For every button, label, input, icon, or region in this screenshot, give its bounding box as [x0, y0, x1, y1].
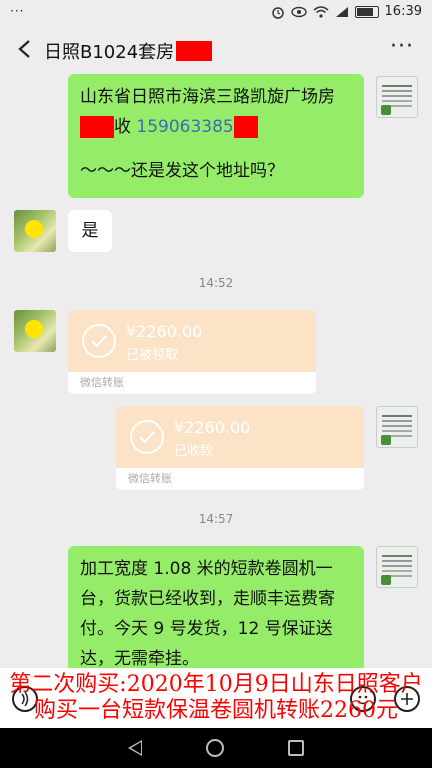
avatar-self[interactable]: [376, 76, 418, 118]
address-question: ～～～还是发这个地址吗？: [80, 161, 284, 181]
timestamp: 14:52: [198, 276, 234, 290]
redaction-box: [233, 116, 258, 138]
shipping-text: 加工宽度 1.08 米的短款卷圆机一台，货款已经收到，走顺丰运费寄付。今天 9 …: [80, 559, 335, 668]
address-line2: 收 159063385: [80, 112, 352, 142]
transfer-label: 微信转账: [128, 472, 172, 485]
transfer-status: 已收款: [174, 444, 214, 459]
message-shipping[interactable]: 加工宽度 1.08 米的短款卷圆机一台，货款已经收到，走顺丰运费寄付。今天 9 …: [68, 546, 364, 668]
chat-header: 日照B1024套房 ···: [0, 26, 432, 74]
timestamp: 14:57: [198, 512, 234, 526]
status-bar: ··· 16:39: [0, 0, 432, 26]
redaction-box: [176, 41, 213, 61]
eye-icon: [290, 6, 307, 17]
check-circle-icon: [82, 324, 116, 358]
avatar-self[interactable]: [376, 546, 418, 588]
message-reply[interactable]: 是: [68, 210, 112, 252]
chat-title-text: 日照B1024套房: [44, 42, 175, 63]
signal-icon: [335, 6, 348, 17]
transfer-amount: ¥2260.00: [174, 418, 251, 437]
caption-line1: 第二次购买:2020年10月9日山东日照客户: [9, 672, 423, 697]
status-icons: 16:39: [271, 4, 422, 19]
address-recipient-suffix: 收: [114, 117, 131, 137]
address-line1: 山东省日照市海滨三路凯旋广场房: [80, 87, 335, 107]
caption-overlay: 第二次购买:2020年10月9日山东日照客户 购买一台短款保温卷圆机转账2260…: [0, 668, 432, 728]
system-nav-bar: [0, 728, 432, 768]
back-triangle-icon[interactable]: [128, 740, 142, 756]
chat-title: 日照B1024套房: [44, 38, 213, 64]
status-time: 16:39: [384, 4, 422, 19]
transfer-status: 已被领取: [126, 348, 179, 363]
recents-square-icon[interactable]: [288, 740, 304, 756]
message-address[interactable]: 山东省日照市海滨三路凯旋广场房 收 159063385 ～～～还是发这个地址吗？: [68, 74, 364, 198]
reply-text: 是: [81, 221, 99, 241]
transfer-amount: ¥2260.00: [126, 322, 203, 341]
ellipsis-icon[interactable]: ···: [390, 34, 414, 59]
transfer-label: 微信转账: [80, 376, 124, 389]
transfer-card-sent[interactable]: ¥2260.00 已收款 微信转账: [116, 406, 364, 490]
caption-line2: 购买一台短款保温卷圆机转账2260元: [34, 698, 398, 723]
chevron-left-icon[interactable]: [14, 38, 36, 60]
avatar-self[interactable]: [376, 406, 418, 448]
chat-area[interactable]: 山东省日照市海滨三路凯旋广场房 收 159063385 ～～～还是发这个地址吗？…: [0, 74, 432, 668]
phone-number-link[interactable]: 159063385: [136, 117, 233, 137]
home-circle-icon[interactable]: [206, 739, 224, 757]
wifi-icon: [313, 5, 329, 18]
transfer-card-received[interactable]: ¥2260.00 已被领取 微信转账: [68, 310, 316, 394]
redaction-box: [80, 116, 114, 138]
check-circle-icon: [130, 420, 164, 454]
battery-icon: [354, 5, 379, 18]
alarm-icon: [271, 6, 284, 19]
notification-dots: ···: [10, 4, 25, 18]
avatar-customer[interactable]: [14, 210, 56, 252]
avatar-customer[interactable]: [14, 310, 56, 352]
